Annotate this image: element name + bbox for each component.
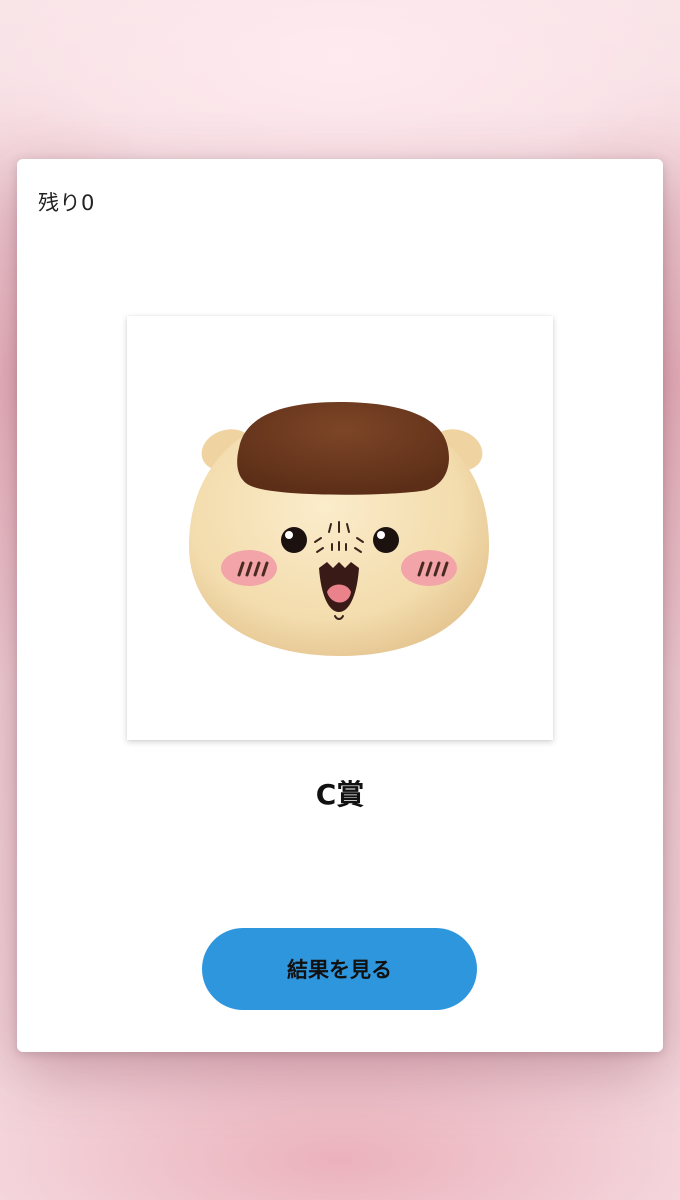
result-modal: 残り0 C賞 結果を見る bbox=[17, 159, 663, 1052]
left-eye bbox=[281, 527, 307, 553]
prize-name: C賞 bbox=[315, 778, 365, 811]
right-eye bbox=[373, 527, 399, 553]
prize-image bbox=[127, 316, 553, 740]
plush-character-illustration bbox=[189, 402, 489, 656]
view-results-button[interactable]: 結果を見る bbox=[202, 928, 477, 1010]
remaining-count: 残り0 bbox=[38, 191, 95, 215]
hair bbox=[237, 402, 449, 495]
